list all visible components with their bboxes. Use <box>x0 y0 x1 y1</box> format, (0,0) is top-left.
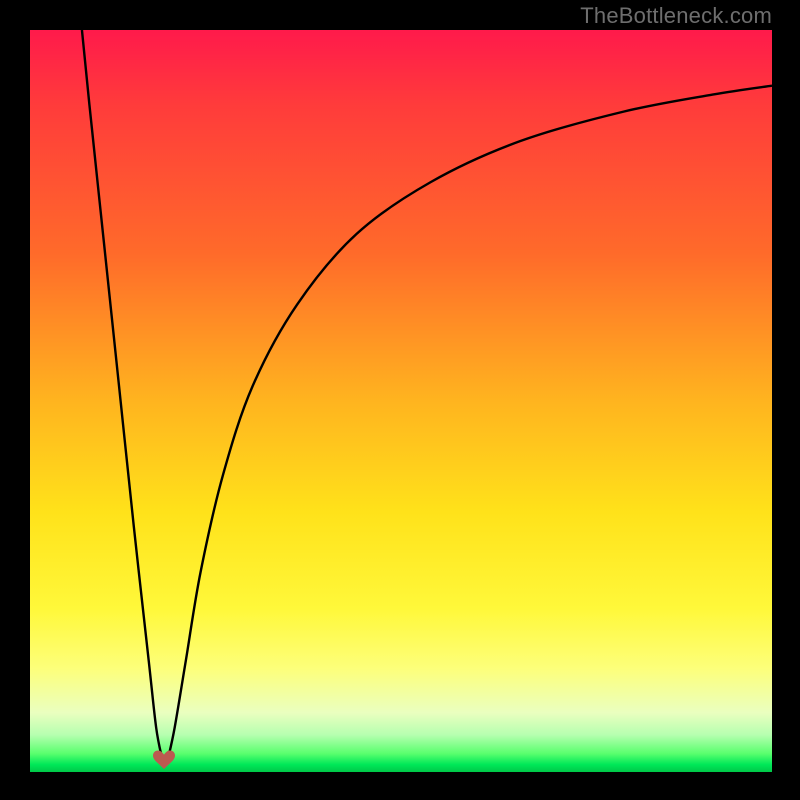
curve-left-branch <box>82 30 162 759</box>
chart-frame: TheBottleneck.com <box>0 0 800 800</box>
bottleneck-curve <box>30 30 772 772</box>
plot-area <box>30 30 772 772</box>
curve-right-branch <box>168 86 772 759</box>
watermark-text: TheBottleneck.com <box>580 3 772 29</box>
